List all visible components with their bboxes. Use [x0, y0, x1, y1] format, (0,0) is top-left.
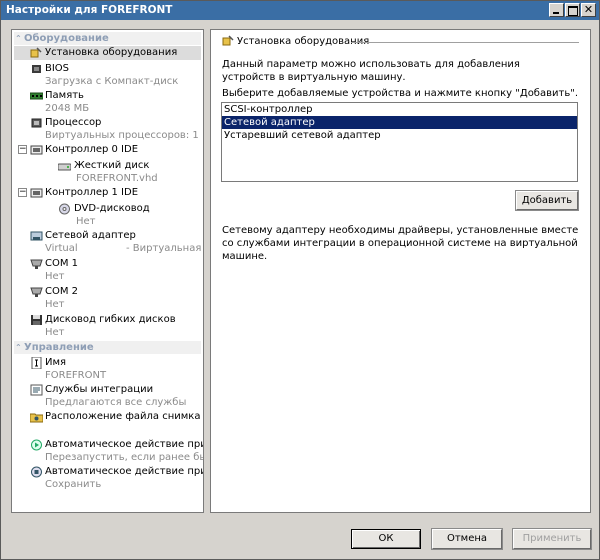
tree-item-ide0[interactable]: − Контроллер 0 IDE: [14, 143, 201, 157]
title-bar[interactable]: Настройки для FOREFRONT ✕: [1, 1, 599, 20]
collapse-expander-icon[interactable]: −: [18, 145, 27, 154]
ide-controller-icon: [30, 145, 43, 155]
add-button[interactable]: Добавить: [516, 191, 578, 210]
settings-tree[interactable]: ⌃ Оборудование Установка оборудования BI…: [11, 29, 204, 513]
serial-port-icon: [30, 287, 43, 297]
tree-item-ide1[interactable]: − Контроллер 1 IDE: [14, 186, 201, 200]
auto-stop-icon: [31, 466, 42, 478]
hard-disk-icon: [58, 163, 71, 171]
details-title: Установка оборудования: [237, 36, 370, 47]
tree-item-snapshot-location[interactable]: Расположение файла снимка: [14, 410, 201, 424]
tree-item-add-hardware[interactable]: Установка оборудования: [14, 46, 201, 60]
close-icon: ✕: [583, 3, 594, 16]
dialog-button-bar: ОК Отмена Применить: [1, 520, 599, 559]
apply-button[interactable]: Применить: [513, 529, 591, 549]
section-management[interactable]: ⌃ Управление: [14, 341, 201, 354]
floppy-disk-icon: [31, 315, 42, 325]
list-item[interactable]: SCSI-контроллер: [222, 103, 577, 116]
close-button[interactable]: ✕: [581, 3, 596, 17]
details-prompt: Выберите добавляемые устройства и нажмит…: [222, 88, 578, 99]
name-text-icon: [31, 357, 42, 369]
tree-item-hard-disk[interactable]: Жесткий диск FOREFRONT.vhd: [14, 158, 201, 184]
details-description: Данный параметр можно использовать для д…: [222, 59, 520, 83]
tree-item-floppy[interactable]: Дисковод гибких дисков Нет: [14, 313, 201, 339]
device-listbox[interactable]: SCSI-контроллер Сетевой адаптер Устаревш…: [221, 102, 578, 182]
window-controls: ✕: [549, 3, 596, 17]
tree-item-memory[interactable]: Память 2048 МБ: [14, 89, 201, 115]
integration-services-icon: [30, 384, 43, 396]
tree-item-com1[interactable]: COM 1 Нет: [14, 257, 201, 283]
minimize-button[interactable]: [549, 3, 564, 17]
list-item[interactable]: Сетевой адаптер: [222, 116, 577, 129]
ide-controller-icon: [30, 188, 43, 198]
collapse-icon: ⌃: [15, 343, 22, 352]
serial-port-icon: [30, 259, 43, 269]
bios-chip-icon: [32, 65, 41, 73]
add-hardware-icon: [222, 35, 234, 46]
tree-item-name[interactable]: Имя FOREFRONT: [14, 356, 201, 382]
list-item[interactable]: Устаревший сетевой адаптер: [222, 129, 577, 142]
maximize-icon: [566, 4, 579, 16]
details-note: Сетевому адаптеру необходимы драйверы, у…: [222, 225, 579, 262]
collapse-expander-icon[interactable]: −: [18, 188, 27, 197]
network-adapter-icon: [30, 231, 43, 241]
title-divider: [351, 42, 579, 43]
tree-item-processor[interactable]: Процессор Виртуальных процессоров: 1: [14, 116, 201, 142]
ok-button[interactable]: ОК: [351, 529, 421, 549]
details-pane: Установка оборудования Данный параметр м…: [210, 29, 591, 513]
tree-item-bios[interactable]: BIOS Загрузка с Компакт-диск: [14, 62, 201, 88]
cancel-button[interactable]: Отмена: [432, 529, 502, 549]
section-hardware[interactable]: ⌃ Оборудование: [14, 32, 201, 45]
tree-item-dvd[interactable]: DVD-дисковод Нет: [14, 202, 201, 228]
maximize-button[interactable]: [565, 3, 580, 17]
settings-window: Настройки для FOREFRONT ✕ ⌃ Оборудование…: [0, 0, 600, 560]
tree-item-com2[interactable]: COM 2 Нет: [14, 285, 201, 311]
tree-item-auto-start[interactable]: Автоматическое действие при за... Переза…: [14, 438, 203, 464]
memory-icon: [30, 92, 43, 100]
snapshot-folder-icon: [30, 413, 43, 423]
processor-icon: [31, 118, 42, 128]
minimize-icon: [550, 4, 563, 16]
tree-item-auto-stop[interactable]: Автоматическое действие при за... Сохран…: [14, 465, 203, 491]
window-title: Настройки для FOREFRONT: [6, 4, 173, 16]
tree-item-network-adapter[interactable]: Сетевой адаптер Virtual - Виртуальная се…: [14, 229, 203, 255]
auto-start-icon: [31, 439, 42, 451]
add-hardware-icon: [30, 47, 42, 58]
tree-item-integration-services[interactable]: Службы интеграции Предлагаются все служб…: [14, 383, 201, 409]
dvd-disc-icon: [59, 203, 70, 215]
collapse-icon: ⌃: [15, 34, 22, 43]
